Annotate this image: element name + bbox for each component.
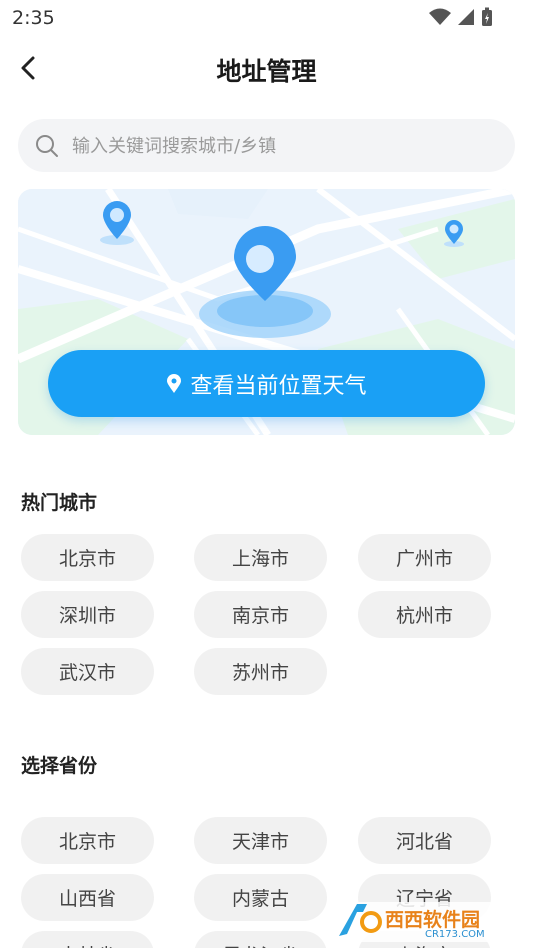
city-chip[interactable]: 苏州市 — [194, 648, 327, 695]
battery-icon — [482, 7, 492, 26]
watermark-logo: 西西软件园 CR173.COM — [333, 896, 533, 948]
status-bar: 2:35 — [0, 0, 533, 36]
hot-cities-grid: 北京市 上海市 广州市 深圳市 南京市 杭州市 武汉市 苏州市 — [21, 534, 501, 704]
nav-bar: 地址管理 — [0, 40, 533, 98]
city-chip[interactable]: 上海市 — [194, 534, 327, 581]
search-bar[interactable] — [18, 119, 515, 174]
province-section-title: 选择省份 — [21, 755, 98, 777]
search-icon — [36, 135, 58, 157]
city-chip[interactable]: 深圳市 — [21, 591, 154, 638]
signal-icon — [458, 9, 474, 25]
watermark-subtext: CR173.COM — [425, 929, 485, 940]
locate-weather-button[interactable]: 查看当前位置天气 — [48, 350, 485, 417]
city-chip[interactable]: 南京市 — [194, 591, 327, 638]
city-chip[interactable]: 杭州市 — [358, 591, 491, 638]
status-icons — [429, 7, 493, 27]
province-chip[interactable]: 河北省 — [358, 817, 491, 864]
wifi-icon — [429, 8, 451, 25]
page-title: 地址管理 — [216, 57, 317, 86]
status-time: 2:35 — [12, 7, 55, 29]
locate-button-label: 查看当前位置天气 — [190, 373, 367, 399]
province-chip[interactable]: 山西省 — [21, 874, 154, 921]
province-chip[interactable]: 天津市 — [194, 817, 327, 864]
province-chip[interactable]: 黑龙江省 — [194, 931, 327, 948]
location-pin-icon — [167, 373, 182, 393]
province-chip[interactable]: 内蒙古 — [194, 874, 327, 921]
province-chip[interactable]: 吉林省 — [21, 931, 154, 948]
hot-cities-title: 热门城市 — [21, 492, 98, 514]
city-chip[interactable]: 北京市 — [21, 534, 154, 581]
search-input[interactable] — [70, 119, 504, 174]
watermark-text: 西西软件园 — [385, 909, 481, 931]
city-chip[interactable]: 武汉市 — [21, 648, 154, 695]
province-chip[interactable]: 北京市 — [21, 817, 154, 864]
city-chip[interactable]: 广州市 — [358, 534, 491, 581]
